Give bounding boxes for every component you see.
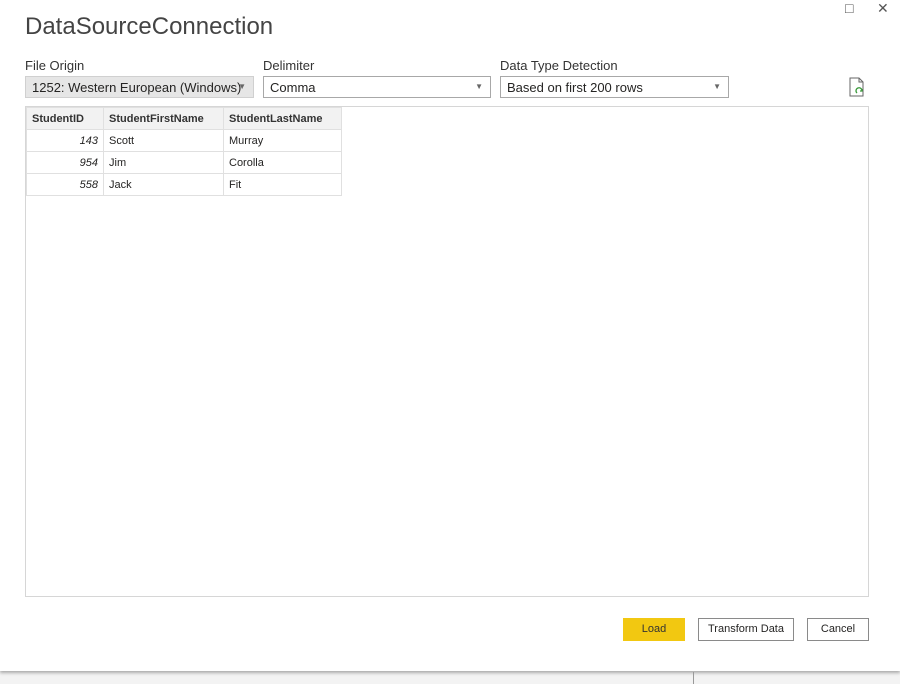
refresh-file-icon[interactable] <box>849 77 865 97</box>
cell-first-name: Jack <box>103 173 224 196</box>
table-row: 143 Scott Murray <box>26 129 342 152</box>
cell-student-id: 143 <box>26 129 104 152</box>
cell-first-name: Jim <box>103 151 224 174</box>
delimiter-label: Delimiter <box>263 58 315 73</box>
cell-student-id: 954 <box>26 151 104 174</box>
cell-last-name: Murray <box>223 129 342 152</box>
detection-label: Data Type Detection <box>500 58 618 73</box>
cell-student-id: 558 <box>26 173 104 196</box>
delimiter-select[interactable]: Comma ▼ <box>263 76 491 98</box>
delimiter-value: Comma <box>270 80 316 95</box>
cancel-button[interactable]: Cancel <box>807 618 869 641</box>
maximize-icon[interactable]: □ <box>845 0 853 16</box>
chevron-down-icon: ▼ <box>238 82 246 91</box>
cell-first-name: Scott <box>103 129 224 152</box>
transform-data-button[interactable]: Transform Data <box>698 618 794 641</box>
table-row: 954 Jim Corolla <box>26 151 342 174</box>
chevron-down-icon: ▼ <box>475 82 483 91</box>
file-origin-label: File Origin <box>25 58 85 73</box>
dialog-title: DataSourceConnection <box>25 13 274 40</box>
column-header: StudentID <box>26 107 104 130</box>
preview-table: StudentID StudentFirstName StudentLastNa… <box>26 107 342 196</box>
detection-select[interactable]: Based on first 200 rows ▼ <box>500 76 729 98</box>
chevron-down-icon: ▼ <box>713 82 721 91</box>
table-row: 558 Jack Fit <box>26 173 342 196</box>
column-header: StudentFirstName <box>103 107 224 130</box>
detection-value: Based on first 200 rows <box>507 80 643 95</box>
close-icon[interactable]: ✕ <box>877 0 889 17</box>
cell-last-name: Fit <box>223 173 342 196</box>
column-header: StudentLastName <box>223 107 342 130</box>
dialog: DataSourceConnection □ ✕ File Origin 125… <box>0 0 900 671</box>
cell-last-name: Corolla <box>223 151 342 174</box>
file-origin-value: 1252: Western European (Windows) <box>32 80 242 95</box>
file-origin-select[interactable]: 1252: Western European (Windows) ▼ <box>25 76 254 98</box>
background-divider <box>693 672 694 684</box>
load-button[interactable]: Load <box>623 618 685 641</box>
data-preview: StudentID StudentFirstName StudentLastNa… <box>25 106 869 597</box>
